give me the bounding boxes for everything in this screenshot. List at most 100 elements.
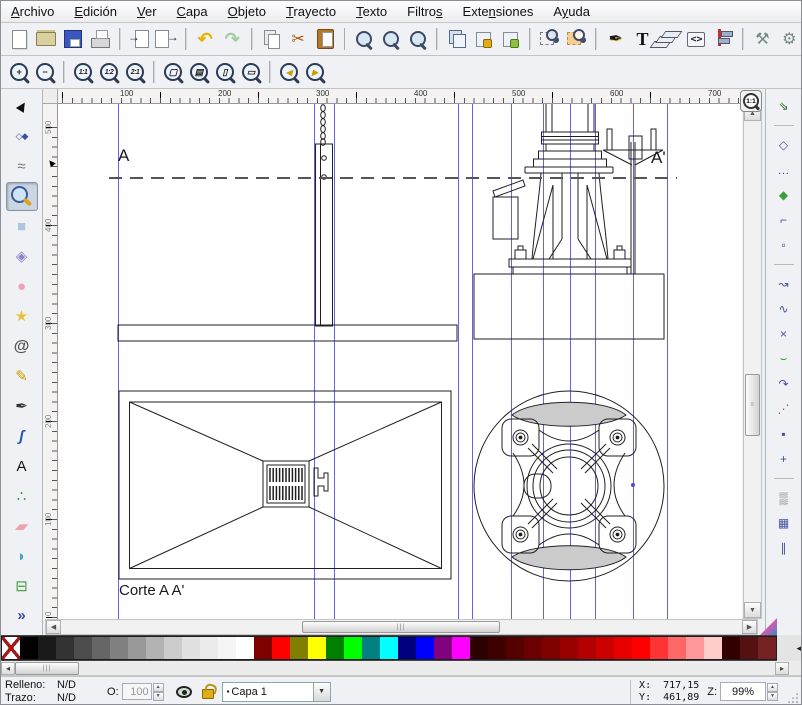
eraser-tool[interactable]: ▰ bbox=[6, 512, 38, 541]
menu-ayuda[interactable]: Ayuda bbox=[543, 2, 600, 21]
new-document-button[interactable] bbox=[7, 26, 32, 52]
color-swatch[interactable] bbox=[182, 637, 200, 659]
color-swatch[interactable] bbox=[758, 637, 776, 659]
zoom-1-2-button[interactable]: 1:2 bbox=[98, 60, 120, 84]
palette-scroll-right-icon[interactable]: ▸ bbox=[775, 662, 789, 675]
color-swatch[interactable] bbox=[236, 637, 254, 659]
snap-bbox-corners-button[interactable]: ◆ bbox=[771, 182, 797, 207]
tools-overflow-button[interactable]: » bbox=[6, 606, 38, 624]
scroll-right-icon[interactable]: ▶ bbox=[742, 620, 757, 634]
snap-bounding-box-button[interactable]: ◇ bbox=[771, 132, 797, 157]
color-swatch[interactable] bbox=[632, 637, 650, 659]
color-swatch[interactable] bbox=[164, 637, 182, 659]
snap-nodes-button[interactable]: ↝ bbox=[771, 271, 797, 296]
color-swatch[interactable] bbox=[434, 637, 452, 659]
spray-tool[interactable]: ∴ bbox=[6, 482, 38, 511]
zoom-to-drawing-button[interactable] bbox=[378, 26, 403, 52]
snap-smooth-nodes-button[interactable]: ↷ bbox=[771, 371, 797, 396]
snap-page-border-button[interactable]: ▒ bbox=[771, 485, 797, 510]
spin-down-icon[interactable]: ▼ bbox=[767, 692, 778, 701]
zoom-out-button[interactable]: − bbox=[34, 60, 56, 84]
vertical-ruler[interactable]: 5004003002001000 bbox=[43, 104, 58, 619]
3d-box-tool[interactable]: ◈ bbox=[6, 242, 38, 271]
zoom-2-1-button[interactable]: 2:1 bbox=[124, 60, 146, 84]
import-button[interactable] bbox=[127, 26, 152, 52]
color-swatch[interactable] bbox=[20, 637, 38, 659]
no-color-swatch[interactable] bbox=[2, 637, 20, 659]
zoom-page-width-button[interactable]: ▭ bbox=[240, 60, 262, 84]
zoom-tool[interactable] bbox=[6, 182, 38, 211]
print-button[interactable] bbox=[88, 26, 113, 52]
layer-selector[interactable]: ▪ Capa 1 bbox=[222, 682, 314, 702]
color-swatch[interactable] bbox=[740, 637, 758, 659]
snap-bbox-edges-button[interactable]: … bbox=[771, 157, 797, 182]
selector-tool[interactable]: ▲ bbox=[6, 92, 38, 121]
star-tool[interactable]: ★ bbox=[6, 302, 38, 331]
opacity-field[interactable]: 100 bbox=[122, 683, 152, 700]
redo-button[interactable] bbox=[220, 26, 245, 52]
paint-bucket-tool[interactable]: ◗ bbox=[6, 542, 38, 571]
snap-guides-button[interactable]: ∥ bbox=[771, 535, 797, 560]
color-swatch[interactable] bbox=[578, 637, 596, 659]
menu-objeto[interactable]: Objeto bbox=[218, 2, 276, 21]
palette-scroll-back-icon[interactable]: ◂ bbox=[777, 635, 802, 661]
preferences-button[interactable] bbox=[750, 26, 775, 52]
zoom-to-selection-button[interactable] bbox=[351, 26, 376, 52]
bezier-pen-tool[interactable]: ✒ bbox=[6, 392, 38, 421]
color-swatch[interactable] bbox=[524, 637, 542, 659]
palette-scrollbar[interactable]: ◂ ||| ▸ bbox=[1, 661, 802, 676]
calligraphy-tool[interactable]: ʃ bbox=[6, 422, 38, 451]
color-swatch[interactable] bbox=[218, 637, 236, 659]
layer-visibility-toggle[interactable] bbox=[174, 685, 194, 699]
pencil-tool[interactable]: ✎ bbox=[6, 362, 38, 391]
color-swatch[interactable] bbox=[668, 637, 686, 659]
horizontal-ruler[interactable]: 100200300400500600700 bbox=[58, 89, 741, 104]
text-tool[interactable]: A bbox=[6, 452, 38, 481]
scroll-left-icon[interactable]: ◀ bbox=[46, 620, 61, 634]
color-swatch[interactable] bbox=[308, 637, 326, 659]
color-swatch[interactable] bbox=[614, 637, 632, 659]
zoom-selection-button[interactable]: ▢ bbox=[162, 60, 184, 84]
color-swatch[interactable] bbox=[686, 637, 704, 659]
color-swatch[interactable] bbox=[254, 637, 272, 659]
menu-texto[interactable]: Texto bbox=[346, 2, 397, 21]
menu-edicion[interactable]: Edición bbox=[64, 2, 127, 21]
color-swatch[interactable] bbox=[722, 637, 740, 659]
spin-down-icon[interactable]: ▼ bbox=[153, 692, 164, 701]
unlink-clone-button[interactable] bbox=[498, 26, 523, 52]
zoom-1-1-button[interactable]: 1:1 bbox=[72, 60, 94, 84]
document-properties-button[interactable] bbox=[777, 26, 802, 52]
connector-tool[interactable]: ⊟ bbox=[6, 572, 38, 601]
menu-trayecto[interactable]: Trayecto bbox=[276, 2, 346, 21]
spin-up-icon[interactable]: ▲ bbox=[767, 683, 778, 692]
paste-button[interactable] bbox=[313, 26, 338, 52]
zoom-to-page-button[interactable] bbox=[405, 26, 430, 52]
zoom-drawing-button[interactable]: ▤ bbox=[188, 60, 210, 84]
color-swatch[interactable] bbox=[398, 637, 416, 659]
spiral-tool[interactable]: @ bbox=[6, 332, 38, 361]
menu-capa[interactable]: Capa bbox=[167, 2, 218, 21]
menu-extensiones[interactable]: Extensiones bbox=[453, 2, 544, 21]
xml-editor-button[interactable] bbox=[684, 26, 709, 52]
ellipse-tool[interactable]: ● bbox=[6, 272, 38, 301]
zoom-next-button[interactable]: ▶ bbox=[304, 60, 326, 84]
color-swatch[interactable] bbox=[110, 637, 128, 659]
zoom-page-button[interactable]: ▯ bbox=[214, 60, 236, 84]
zoom-in-button[interactable]: + bbox=[8, 60, 30, 84]
color-swatch[interactable] bbox=[470, 637, 488, 659]
color-swatch[interactable] bbox=[542, 637, 560, 659]
color-swatch[interactable] bbox=[488, 637, 506, 659]
horizontal-scrollbar[interactable]: ◀ ||| ▶ bbox=[45, 619, 758, 635]
scroll-down-icon[interactable]: ▼ bbox=[744, 602, 761, 618]
vertical-scrollbar-thumb[interactable]: ≡ bbox=[745, 374, 760, 436]
fill-stroke-dialog-button[interactable] bbox=[603, 26, 628, 52]
color-swatch[interactable] bbox=[200, 637, 218, 659]
color-swatch[interactable] bbox=[380, 637, 398, 659]
layers-dialog-button[interactable] bbox=[657, 26, 682, 52]
color-swatch[interactable] bbox=[704, 637, 722, 659]
snap-grid-button[interactable]: ▦ bbox=[771, 510, 797, 535]
color-swatch[interactable] bbox=[128, 637, 146, 659]
zoom-1-1-corner-button[interactable]: 1:1 bbox=[740, 90, 762, 112]
color-swatch[interactable] bbox=[74, 637, 92, 659]
color-swatch[interactable] bbox=[452, 637, 470, 659]
